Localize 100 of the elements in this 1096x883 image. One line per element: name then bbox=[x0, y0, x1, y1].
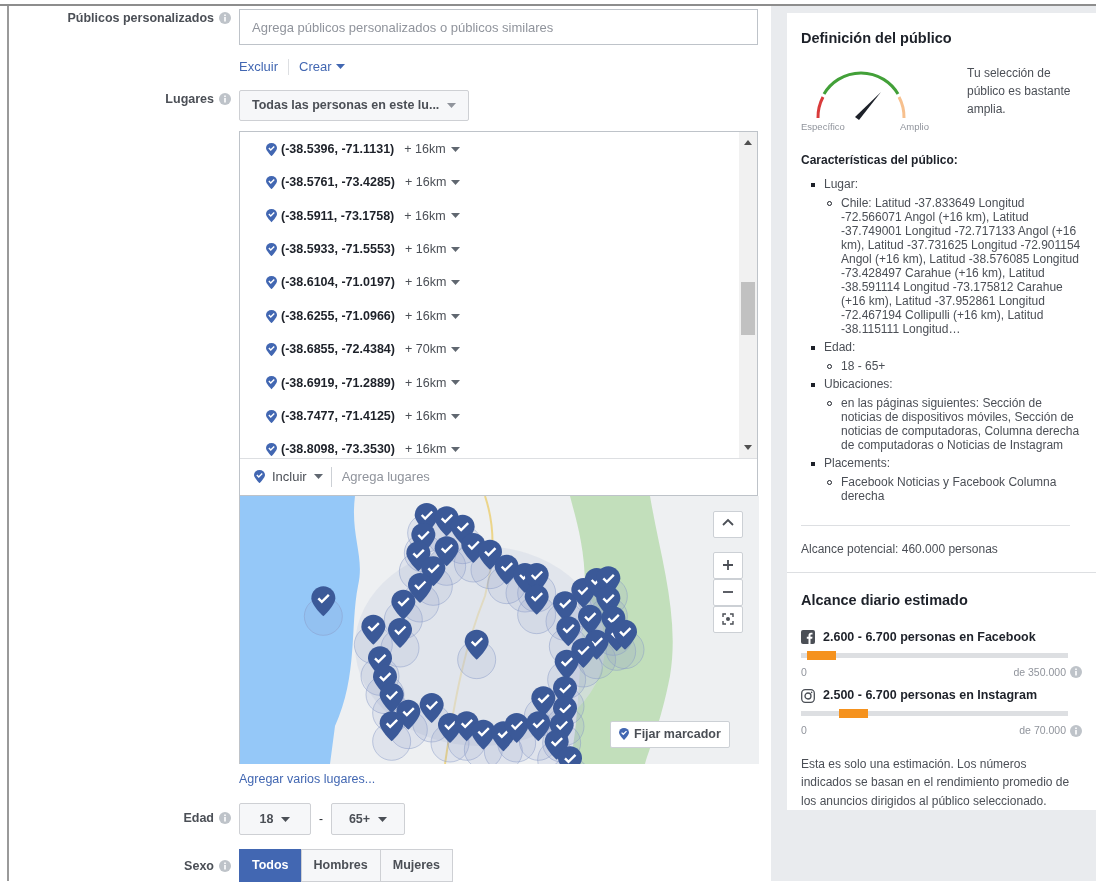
panel-title: Definición del público bbox=[801, 29, 953, 48]
gauge-label: Específico bbox=[801, 119, 845, 134]
pin-icon bbox=[266, 242, 277, 256]
location-type-dropdown[interactable]: Todas las personas en este lu... bbox=[239, 89, 470, 121]
section-title: Alcance diario estimado bbox=[801, 591, 969, 610]
caret-icon bbox=[451, 380, 461, 386]
link[interactable]: Excluir bbox=[239, 57, 278, 77]
gauge-label: Amplio bbox=[899, 119, 929, 134]
field-label: Lugares bbox=[165, 90, 214, 108]
info-icon bbox=[219, 92, 231, 105]
gender-option[interactable]: Hombres bbox=[300, 849, 381, 883]
scale-max: de 70.000 bbox=[1019, 723, 1066, 738]
radius-dropdown[interactable]: + 16km bbox=[404, 306, 461, 326]
location-coordinates: (-38.5933, -71.5553) bbox=[281, 241, 395, 258]
location-coordinates: (-38.6104, -71.0197) bbox=[281, 274, 395, 292]
estimate-note: Esta es solo una estimación. Los números indicados se basan en el rendimiento promedio de los anuncios dirigidos al público seleccionado. bbox=[801, 755, 1071, 810]
pin-icon bbox=[619, 728, 629, 740]
zoom-in-button[interactable] bbox=[713, 551, 743, 579]
location-coordinates: (-38.5396, -71.1131) bbox=[281, 140, 395, 158]
radius-dropdown[interactable]: + 70km bbox=[404, 340, 461, 359]
location-coordinates: (-38.6855, -72.4384) bbox=[281, 341, 395, 359]
audience-search-field[interactable]: Agrega públicos personalizados o públicos similares bbox=[239, 9, 758, 45]
include-dropdown[interactable]: Incluir bbox=[254, 466, 332, 487]
bullet-icon bbox=[811, 346, 815, 350]
info-icon bbox=[219, 12, 231, 24]
radius-dropdown[interactable]: + 16km bbox=[404, 440, 461, 458]
radius-dropdown[interactable]: + 16km bbox=[404, 240, 461, 259]
min-age-dropdown[interactable]: 18 bbox=[239, 803, 311, 836]
characteristic-label: Placements: bbox=[824, 456, 891, 470]
zoom-out-button[interactable] bbox=[713, 578, 743, 606]
zoom-up-button[interactable] bbox=[713, 510, 743, 538]
gender-option[interactable]: Todos bbox=[239, 849, 302, 883]
scroll-up-icon bbox=[744, 139, 752, 145]
pin-marker-button[interactable]: Fijar marcador bbox=[610, 720, 730, 748]
caret-icon bbox=[451, 347, 461, 353]
info-icon bbox=[1070, 666, 1082, 679]
section-heading: Características del público: bbox=[801, 152, 959, 169]
pin-icon bbox=[266, 209, 277, 223]
characteristic-label: Ubicaciones: bbox=[824, 377, 893, 391]
plus-icon bbox=[722, 559, 734, 571]
pin-icon bbox=[266, 276, 277, 290]
location-coordinates: (-38.6919, -71.2889) bbox=[281, 374, 395, 392]
scale-min: 0 bbox=[801, 723, 807, 738]
field-label: Edad bbox=[183, 810, 214, 828]
location-coordinates: (-38.7477, -71.4125) bbox=[281, 407, 395, 425]
reach-estimate: 2.500 - 6.700 personas en Instagram bbox=[823, 687, 1037, 705]
characteristic-value: 18 - 65+ bbox=[841, 359, 886, 373]
info-icon bbox=[219, 812, 231, 825]
add-locations-link[interactable]: Agregar varios lugares... bbox=[239, 769, 376, 789]
location-coordinates: (-38.6255, -71.0966) bbox=[281, 307, 395, 325]
scrollbar[interactable] bbox=[739, 131, 757, 458]
pin-icon bbox=[266, 409, 277, 423]
pin-icon bbox=[266, 176, 277, 190]
pin-icon bbox=[254, 469, 265, 484]
caret-icon bbox=[313, 474, 323, 479]
range-separator: - bbox=[318, 811, 324, 829]
radius-dropdown[interactable]: + 16km bbox=[404, 139, 460, 159]
bullet-icon bbox=[811, 383, 815, 387]
pin-icon bbox=[266, 342, 277, 357]
characteristic-value: Facebook Noticias y Facebook Columna derecha bbox=[841, 475, 1058, 503]
caret-icon bbox=[451, 413, 461, 419]
potential-reach: Alcance potencial: 460.000 personas bbox=[801, 541, 999, 558]
location-coordinates: (-38.5761, -73.4285) bbox=[281, 174, 395, 192]
caret-icon bbox=[378, 816, 388, 822]
caret-icon bbox=[451, 246, 461, 252]
radius-dropdown[interactable]: + 16km bbox=[404, 173, 461, 192]
field-label: Sexo bbox=[184, 858, 214, 876]
target-icon bbox=[722, 613, 734, 625]
pin-icon bbox=[266, 443, 277, 457]
scale-max: de 350.000 bbox=[1013, 664, 1066, 680]
caret-icon bbox=[450, 146, 460, 152]
caret-icon bbox=[451, 313, 461, 319]
characteristic-label: Lugar: bbox=[824, 177, 859, 191]
radius-dropdown[interactable]: + 16km bbox=[404, 406, 461, 426]
scroll-down-icon bbox=[744, 444, 752, 450]
reach-estimate: 2.600 - 6.700 personas en Facebook bbox=[823, 628, 1036, 646]
max-age-dropdown[interactable]: 65+ bbox=[331, 803, 405, 836]
info-icon bbox=[1070, 724, 1082, 737]
radius-dropdown[interactable]: + 16km bbox=[404, 373, 461, 393]
pin-icon bbox=[266, 142, 277, 156]
recenter-button[interactable] bbox=[713, 605, 743, 633]
caret-icon bbox=[281, 816, 291, 822]
instagram-logo-icon bbox=[801, 688, 815, 703]
caret-icon bbox=[451, 180, 461, 186]
characteristic-label: Edad: bbox=[824, 340, 856, 354]
facebook-logo-icon bbox=[801, 630, 815, 645]
characteristic-value: en las páginas siguientes: Sección de noticias de dispositivos móviles, Sección de noticias de computadoras, Columna derecha de computadoras o Noticias de Instagram bbox=[841, 396, 1081, 452]
radius-dropdown[interactable]: + 16km bbox=[404, 206, 460, 226]
location-coordinates: (-38.5911, -73.1758) bbox=[281, 207, 395, 225]
bullet-icon bbox=[811, 462, 815, 466]
scale-min: 0 bbox=[801, 664, 807, 680]
info-icon bbox=[219, 860, 231, 873]
pin-icon bbox=[266, 309, 277, 323]
characteristic-value: Chile: Latitud -37.833649 Longitud -72.566071 Angol (+16 km), Latitud -37.749001 Longitud -72.717133 Angol (+16 km), Latitud -37.731625 Longitud -72.901154 Angol (+16 km), Latitud -38.576085 Longitud -73.428497 Carahue (+16 km), Latitud -38.591114 Longitud -73.175812 Carahue (+16 km), Latitud -37.952861 Longitud -72.467194 Collipulli (+16 km), Latitud -38.115111 Longitud… bbox=[841, 196, 1082, 336]
dropdown-link[interactable]: Crear bbox=[299, 57, 345, 77]
radius-dropdown[interactable]: + 16km bbox=[404, 273, 461, 293]
gender-option[interactable]: Mujeres bbox=[379, 849, 453, 883]
caret-icon bbox=[451, 280, 461, 286]
bullet-icon bbox=[811, 183, 815, 187]
scrollbar-thumb[interactable] bbox=[741, 281, 755, 335]
